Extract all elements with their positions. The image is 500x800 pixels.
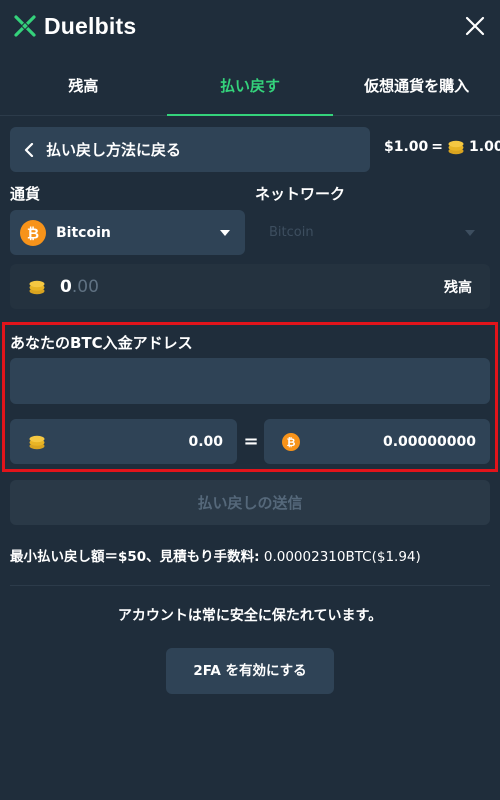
security-message: アカウントは常に安全に保たれています。 [117,608,383,624]
chevron-left-icon [24,142,34,157]
tab-withdraw[interactable]: 払い戻す [166,56,334,116]
caret-down-icon [220,229,230,236]
svg-text:₿: ₿ [27,224,39,242]
btc-amount-input[interactable]: ₿ 0.00000000 [264,419,490,464]
back-to-methods-button[interactable]: 払い戻し方法に戻る [10,127,370,172]
currency-value: Bitcoin [56,224,111,241]
fee-text: 0.00002310BTC($1.94) [259,549,421,565]
coin-stack-icon [448,140,464,155]
brand-name: Duelbits [44,12,137,39]
network-label: ネットワーク [255,185,346,203]
svg-text:₿: ₿ [287,436,296,449]
balance-whole: 0 [60,276,72,297]
rate-usd: $1.00 [384,139,429,155]
btc-amount-value: 0.00000000 [383,433,476,450]
tab-balance[interactable]: 残高 [0,56,167,115]
rate-coins: 1.00 [469,139,500,155]
bitcoin-icon: ₿ [20,219,46,246]
coin-stack-icon [29,280,45,294]
address-label: あなたのBTC入金アドレス [10,334,193,352]
coin-amount-value: 0.00 [188,433,223,450]
balance-max-button[interactable]: 残高 [444,277,472,297]
duelbits-logo[interactable]: Duelbits [12,10,136,42]
submit-withdrawal-button[interactable]: 払い戻しの送信 [10,480,490,525]
currency-label: 通貨 [10,185,41,203]
divider [10,585,490,586]
caret-down-icon [465,229,475,236]
amount-equals: = [243,431,259,452]
balance-decimal: .00 [71,276,99,297]
bitcoin-icon: ₿ [282,432,300,451]
btc-address-input[interactable] [10,358,490,404]
network-value: Bitcoin [269,225,314,240]
coin-stack-icon [29,435,45,449]
close-icon [465,16,485,36]
wallet-tabs: 残高 払い戻す 仮想通貨を購入 [0,56,500,116]
coin-amount-input[interactable]: 0.00 [10,419,237,464]
exchange-rate: $1.00 = 1.00 [384,139,500,155]
rate-equals: = [431,139,444,155]
close-button[interactable] [460,11,490,41]
balance-row: 0.00 残高 [10,264,490,309]
back-button-label: 払い戻し方法に戻る [46,141,182,159]
network-select[interactable]: Bitcoin [255,210,490,255]
balance-amount: 0.00 [60,277,444,297]
tab-buy-crypto[interactable]: 仮想通貨を購入 [333,56,500,115]
currency-select[interactable]: ₿ Bitcoin [10,210,245,255]
withdraw-info: 最小払い戻し額＝$50、見積もり手数料: 0.00002310BTC($1.94… [10,545,421,565]
min-withdraw-text: 最小払い戻し額＝$50、見積もり手数料: [10,549,260,565]
crossed-swords-icon [14,15,36,37]
enable-2fa-button[interactable]: 2FA を有効にする [166,648,334,694]
